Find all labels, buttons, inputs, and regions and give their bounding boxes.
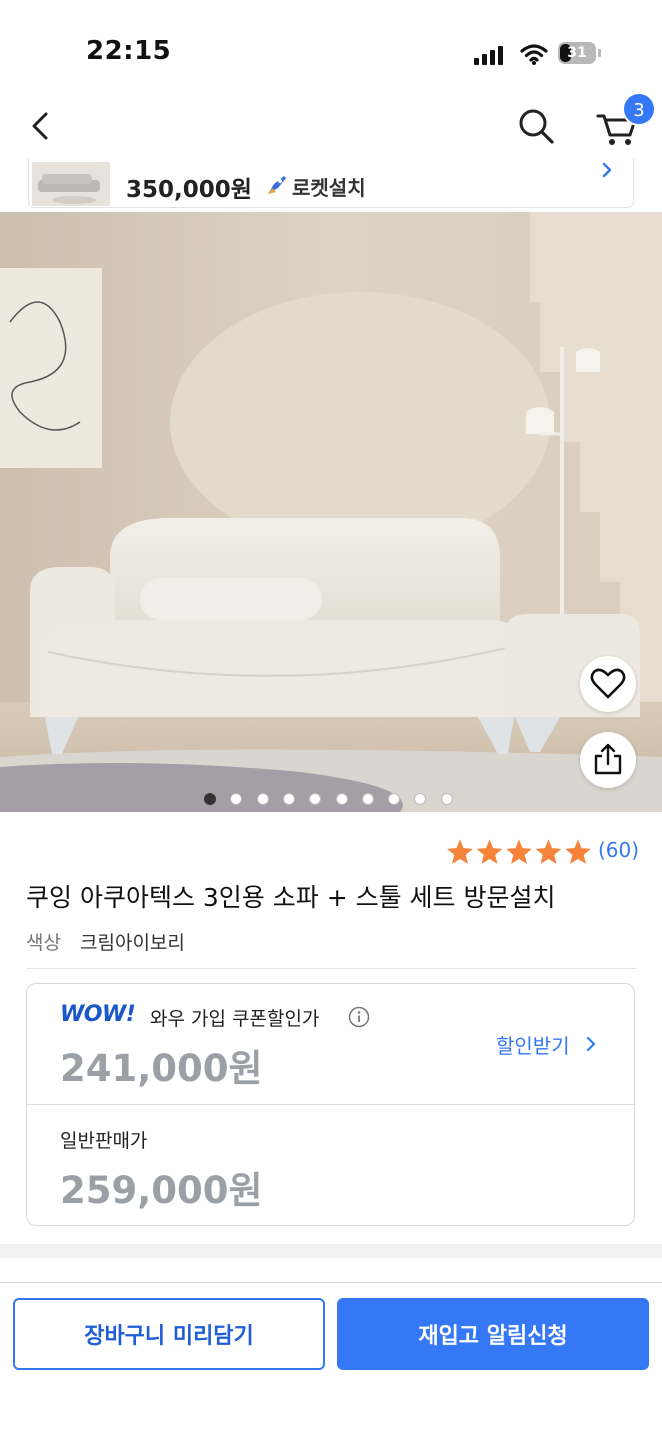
wow-price: 241,000원: [60, 1047, 263, 1090]
divider: [27, 1104, 634, 1105]
heart-icon: [590, 668, 626, 699]
chevron-right-icon[interactable]: [596, 160, 618, 184]
restock-alert-label: 재입고 알림신청: [418, 1324, 568, 1349]
cellular-signal-icon: [474, 46, 503, 65]
battery-indicator: 31: [558, 42, 602, 66]
cart-pre-add-label: 장바구니 미리담기: [84, 1324, 254, 1349]
wow-coupon-label: 와우 가입 쿠폰할인가: [150, 1008, 320, 1030]
rating-star-icon: [476, 839, 503, 864]
divider: [26, 968, 636, 969]
regular-price: 259,000원: [60, 1169, 263, 1212]
pagination-dot[interactable]: [256, 793, 269, 805]
pagination-dot[interactable]: [230, 793, 243, 805]
status-time: 22:15: [86, 36, 172, 66]
regular-price-label: 일반판매가: [60, 1130, 148, 1152]
product-thumbnail: [32, 162, 110, 206]
divider: [0, 1282, 662, 1283]
rating-star-icon: [447, 839, 473, 864]
rocket-install-icon: [268, 176, 286, 194]
option-value: 크림아이보리: [80, 932, 185, 954]
section-separator: [0, 1244, 662, 1258]
search-icon[interactable]: [514, 104, 558, 148]
share-icon: [594, 743, 622, 775]
option-label: 색상: [26, 932, 61, 954]
pagination-dot[interactable]: [361, 793, 374, 805]
pagination-dot[interactable]: [388, 793, 401, 805]
review-count-link[interactable]: (60): [598, 838, 639, 862]
wow-logo: WOW!: [60, 1002, 136, 1027]
cart-pre-add-button[interactable]: 장바구니 미리담기: [13, 1298, 325, 1370]
restock-alert-button[interactable]: 재입고 알림신청: [337, 1298, 649, 1370]
image-pagination[interactable]: [204, 793, 464, 807]
product-image[interactable]: [0, 212, 662, 812]
favorite-button[interactable]: [580, 656, 636, 712]
chevron-right-icon[interactable]: [584, 1034, 598, 1054]
pagination-dot[interactable]: [440, 793, 453, 805]
pagination-dot[interactable]: [309, 793, 322, 805]
cart-count-badge: 3: [622, 92, 656, 126]
share-button[interactable]: [580, 732, 636, 788]
rating-star-icon: [565, 839, 591, 864]
rocket-install-label: 로켓설치: [292, 176, 366, 200]
pagination-dot[interactable]: [335, 793, 348, 805]
product-title: 쿠잉 아쿠아텍스 3인용 소파 + 스툴 세트 방문설치: [26, 883, 556, 912]
info-icon[interactable]: [348, 1006, 370, 1028]
get-discount-link[interactable]: 할인받기: [496, 1030, 570, 1059]
sticky-price: 350,000원: [126, 177, 252, 203]
wifi-icon: [520, 44, 548, 65]
rating-stars: [447, 839, 591, 864]
battery-percent: 31: [567, 45, 587, 61]
rating-star-icon: [535, 839, 562, 864]
pagination-dot[interactable]: [414, 793, 427, 805]
pagination-dot[interactable]: [282, 793, 295, 805]
back-button[interactable]: [22, 104, 62, 148]
pagination-dot[interactable]: [204, 793, 216, 805]
rating-star-icon: [506, 839, 532, 864]
